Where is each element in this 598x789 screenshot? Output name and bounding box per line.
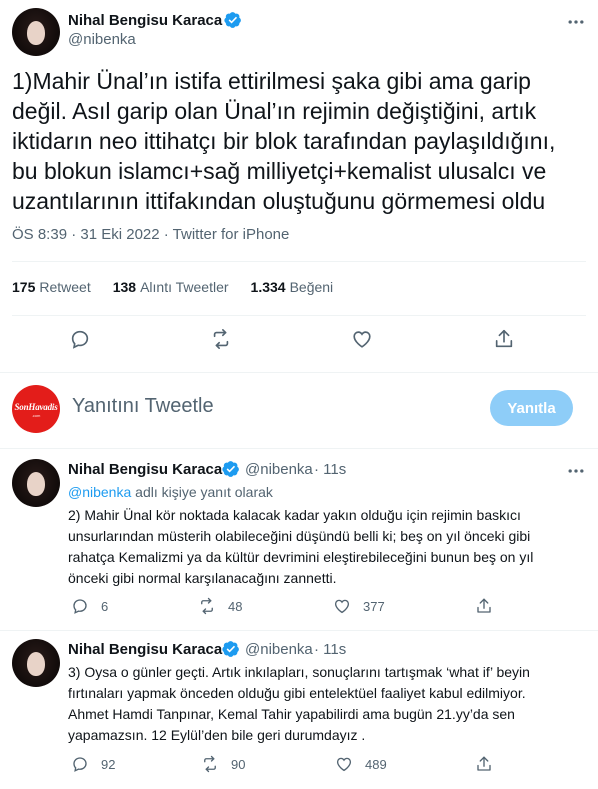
quote-label: Alıntı Tweetler xyxy=(140,279,229,295)
reply-action[interactable]: 92 xyxy=(71,755,115,773)
tweet-text-line: uzantılarının ittifakından oluştuğunu gö… xyxy=(12,188,546,214)
retweet-count-link[interactable]: 175 Retweet xyxy=(12,279,91,299)
retweet-count: 175 xyxy=(12,279,36,295)
reply-text: 2) Mahir Ünal kör noktada kalacak kadar … xyxy=(68,505,586,589)
tweet-timestamp[interactable]: ÖS 8:39 · 31 Eki 2022 · Twitter for iPho… xyxy=(12,226,289,243)
like-icon xyxy=(333,597,351,615)
reply-action-bar: 6 48 377 xyxy=(68,597,518,617)
reply-text-line: yapamazsın. 12 Eylül’den bile geri durum… xyxy=(68,727,366,743)
like-action[interactable]: 377 xyxy=(333,597,385,615)
retweet-count: 48 xyxy=(228,598,243,614)
tweet-text-line: değil. Asıl garip olan Ünal’ın rejimin d… xyxy=(12,98,537,124)
share-action[interactable] xyxy=(475,597,493,615)
brand-logo-sub: .com xyxy=(31,413,41,418)
reply-count: 6 xyxy=(101,598,109,614)
verified-badge-icon xyxy=(222,640,240,658)
like-count: 377 xyxy=(363,598,385,614)
like-icon[interactable] xyxy=(351,328,373,350)
author-name[interactable]: Nihal Bengisu Karaca xyxy=(68,461,222,478)
reply-count: 92 xyxy=(101,756,116,772)
share-icon[interactable] xyxy=(493,328,515,350)
like-count: 489 xyxy=(365,756,387,772)
replying-to-suffix: adlı kişiye yanıt olarak xyxy=(131,484,273,500)
author-avatar[interactable] xyxy=(12,8,60,56)
share-action[interactable] xyxy=(475,755,493,773)
more-options-icon[interactable] xyxy=(566,461,586,481)
reply-text-line: Ahmet Hamdi Tanpınar, Kemal Tahir yapabi… xyxy=(68,706,515,722)
reply-button[interactable]: Yanıtla xyxy=(490,390,573,426)
like-label: Beğeni xyxy=(289,279,334,295)
like-action[interactable]: 489 xyxy=(335,755,387,773)
user-avatar[interactable]: SonHavadis .com xyxy=(12,385,60,433)
retweet-count: 90 xyxy=(231,756,246,772)
retweet-icon xyxy=(198,597,216,615)
divider xyxy=(12,315,586,316)
retweet-icon[interactable] xyxy=(210,328,232,350)
retweet-icon xyxy=(201,755,219,773)
author-name[interactable]: Nihal Bengisu Karaca xyxy=(68,641,222,658)
reply-text-line: önceki gibi normal karşılanacağını zanne… xyxy=(68,570,337,586)
tweet-text-line: iktidarın neo ittihatçı bir blok tarafın… xyxy=(12,128,556,154)
tweet-text-line: 1)Mahir Ünal’ın istifa ettirilmesi şaka … xyxy=(12,68,531,94)
reply-tweet[interactable]: Nihal Bengisu Karaca @nibenka · 11s @nib… xyxy=(0,449,598,630)
author-handle[interactable]: @nibenka xyxy=(245,641,313,658)
author-avatar[interactable] xyxy=(12,459,60,507)
reply-icon[interactable] xyxy=(69,328,91,350)
author-name[interactable]: Nihal Bengisu Karaca xyxy=(68,12,222,29)
reply-text: 3) Oysa o günler geçti. Artık inkılaplar… xyxy=(68,662,586,746)
retweet-action[interactable]: 90 xyxy=(201,755,245,773)
reply-icon xyxy=(71,597,89,615)
brand-logo-text: SonHavadis xyxy=(14,402,58,412)
tweet-text: 1)Mahir Ünal’ın istifa ettirilmesi şaka … xyxy=(12,66,587,216)
quote-count-link[interactable]: 138 Alıntı Tweetler xyxy=(113,279,229,299)
quote-count: 138 xyxy=(112,279,137,295)
reply-text-line: 2) Mahir Ünal kör noktada kalacak kadar … xyxy=(68,507,521,523)
tweet-text-line: bu blokun islamcı+sağ milliyetçi+kemalis… xyxy=(12,158,547,184)
main-tweet: Nihal Bengisu Karaca @nibenka 1)Mahir Ün… xyxy=(0,0,598,373)
tweet-action-bar xyxy=(0,326,598,352)
reply-action-bar: 92 90 489 xyxy=(68,755,518,775)
reply-text-line: unsurlarından müsterih olabileceğini düş… xyxy=(68,528,531,544)
share-icon xyxy=(475,597,493,615)
replying-to: @nibenka adlı kişiye yanıt olarak xyxy=(68,484,273,500)
reply-action[interactable]: 6 xyxy=(71,597,108,615)
like-count: 1.334 xyxy=(250,279,286,295)
retweet-label: Retweet xyxy=(39,279,91,295)
more-options-icon[interactable] xyxy=(566,12,586,32)
divider xyxy=(12,261,586,262)
author-handle[interactable]: @nibenka xyxy=(68,31,136,48)
author-avatar[interactable] xyxy=(12,639,60,687)
reply-icon xyxy=(71,755,89,773)
reply-time[interactable]: · 11s xyxy=(314,461,346,478)
retweet-action[interactable]: 48 xyxy=(198,597,242,615)
verified-badge-icon xyxy=(224,11,242,29)
reply-text-line: fırtınaları yapmak önceden olduğu gibi e… xyxy=(68,685,526,701)
share-icon xyxy=(475,755,493,773)
reply-tweet[interactable]: Nihal Bengisu Karaca @nibenka · 11s 3) O… xyxy=(0,631,598,789)
reply-text-line: 3) Oysa o günler geçti. Artık inkılaplar… xyxy=(68,664,530,680)
reply-text-line: rahatça Kemalizmi ya da kültür devrimini… xyxy=(68,549,534,565)
reply-time[interactable]: · 11s xyxy=(314,641,346,658)
reply-input[interactable] xyxy=(72,395,472,418)
tweet-stats: 175 Retweet 138 Alıntı Tweetler 1.334 Be… xyxy=(12,279,355,299)
author-handle[interactable]: @nibenka xyxy=(245,461,313,478)
reply-composer: SonHavadis .com Yanıtla xyxy=(0,373,598,448)
like-icon xyxy=(335,755,353,773)
verified-badge-icon xyxy=(222,460,240,478)
mention-link[interactable]: @nibenka xyxy=(68,484,131,500)
like-count-link[interactable]: 1.334 Beğeni xyxy=(251,279,334,299)
